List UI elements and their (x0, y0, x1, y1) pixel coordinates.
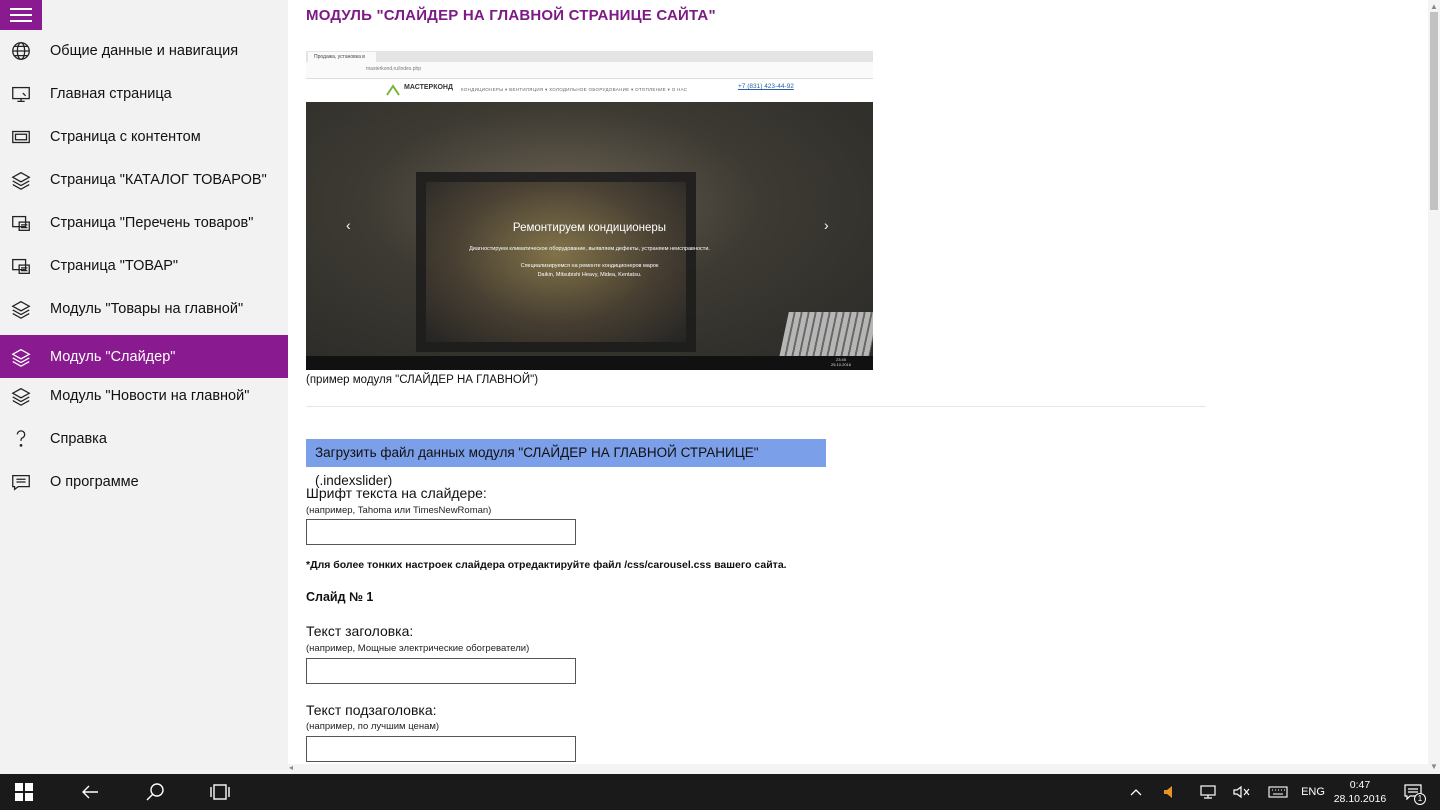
search-icon (146, 783, 164, 801)
preview-hero: ‹ › Ремонтируем кондиционеры Диагностиру… (306, 102, 873, 357)
start-button[interactable] (0, 774, 48, 810)
preview-clock: 23:45 25.10.2016 (831, 357, 851, 367)
windows-icon (15, 783, 33, 801)
divider (306, 406, 1206, 407)
main-content: МОДУЛЬ "СЛАЙДЕР НА ГЛАВНОЙ СТРАНИЦЕ САЙТ… (288, 0, 1428, 774)
preview-browser-tab: Продажа, установка в (308, 52, 376, 62)
title-field-hint: (например, Мощные электрические обогрева… (306, 643, 530, 654)
horizontal-scrollbar[interactable]: ◂ (288, 763, 1428, 774)
speaker-app-icon[interactable] (1158, 774, 1182, 810)
preview-ceiling-light (779, 312, 873, 357)
preview-address-bar: masterkond.ru/index.php (306, 62, 873, 79)
preview-logo-icon (386, 84, 400, 96)
sidebar-item-product[interactable]: Страница "ТОВАР" (0, 244, 288, 287)
sidebar-item-home[interactable]: Главная страница (0, 72, 288, 115)
taskbar: ENG 0:47 28.10.2016 1 (0, 774, 1440, 810)
keyboard-icon[interactable] (1264, 774, 1292, 810)
subtitle-input[interactable] (306, 736, 576, 762)
sidebar-item-slider[interactable]: Модуль "Слайдер" (0, 335, 288, 378)
sidebar-item-label: О программе (50, 473, 139, 490)
sidebar-item-label: Страница с контентом (50, 128, 201, 145)
list-page-icon (10, 212, 32, 234)
language-indicator[interactable]: ENG (1296, 774, 1330, 810)
sidebar-item-help[interactable]: Справка (0, 417, 288, 460)
slider-preview-image: Продажа, установка в masterkond.ru/index… (306, 51, 873, 370)
preview-slide-caption: Ремонтируем кондиционеры Диагностируем к… (306, 222, 873, 280)
preview-slide-text: Daikin, Mitsubishi Heavy, Midea, Kentats… (537, 272, 642, 278)
sidebar-item-label: Главная страница (50, 85, 172, 102)
sidebar-item-label: Модуль "Товары на главной" (50, 300, 244, 317)
hamburger-icon (10, 6, 32, 24)
clock-time: 0:47 (1349, 779, 1371, 791)
globe-icon (10, 40, 32, 62)
sidebar-item-label: Страница "Перечень товаров" (50, 214, 254, 231)
vertical-scrollbar[interactable]: ▲ ▼ (1428, 0, 1440, 774)
back-arrow-icon (82, 785, 98, 799)
product-page-icon (10, 255, 32, 277)
hamburger-menu-button[interactable] (0, 0, 42, 30)
scroll-left-icon[interactable]: ◂ (289, 763, 293, 772)
task-view-button[interactable] (196, 774, 244, 810)
title-input[interactable] (306, 658, 576, 684)
search-button[interactable] (131, 774, 179, 810)
back-button[interactable] (66, 774, 114, 810)
preview-site-menu: КОНДИЦИОНЕРЫ ▾ ВЕНТИЛЯЦИЯ ▾ ХОЛОДИЛЬНОЕ … (461, 87, 688, 92)
preview-site-header: МАСТЕРКОНД КОНДИЦИОНЕРЫ ▾ ВЕНТИЛЯЦИЯ ▾ Х… (306, 79, 873, 102)
preview-url: masterkond.ru/index.php (366, 66, 422, 72)
font-field-hint: (например, Tahoma или TimesNewRoman) (306, 505, 492, 516)
preview-slide-text: Диагностируем климатическое оборудование… (469, 246, 710, 252)
layers-icon (10, 298, 32, 320)
task-view-icon (210, 784, 230, 800)
scroll-up-icon[interactable]: ▲ (1430, 2, 1438, 11)
network-icon[interactable] (1196, 774, 1220, 810)
clock-date: 28.10.2016 (1333, 793, 1387, 805)
question-icon (10, 428, 32, 450)
preview-slide-text: Специализируемся на ремонте кондиционеро… (520, 263, 659, 269)
sidebar-item-catalog[interactable]: Страница "КАТАЛОГ ТОВАРОВ" (0, 158, 288, 201)
sidebar-item-label: Страница "КАТАЛОГ ТОВАРОВ" (50, 171, 267, 188)
sidebar-item-general[interactable]: Общие данные и навигация (0, 29, 288, 72)
page-title: МОДУЛЬ "СЛАЙДЕР НА ГЛАВНОЙ СТРАНИЦЕ САЙТ… (306, 7, 716, 24)
css-note: *Для более тонких настроек слайдера отре… (306, 559, 787, 571)
subtitle-field-label: Текст подзаголовка: (306, 702, 437, 718)
sidebar-item-about[interactable]: О программе (0, 460, 288, 503)
monitor-icon (10, 83, 32, 105)
sidebar-item-label: Модуль "Новости на главной" (50, 387, 250, 404)
sidebar-item-label: Общие данные и навигация (50, 42, 239, 59)
upload-data-file-button[interactable]: Загрузить файл данных модуля "СЛАЙДЕР НА… (306, 439, 826, 488)
taskbar-clock[interactable]: 0:47 28.10.2016 (1330, 778, 1390, 806)
sidebar-item-label: Модуль "Слайдер" (50, 348, 176, 365)
preview-slide-heading: Ремонтируем кондиционеры (512, 222, 667, 234)
layers-icon (10, 169, 32, 191)
action-center-button[interactable]: 1 (1398, 774, 1428, 810)
scrollbar-thumb[interactable] (1430, 12, 1438, 210)
slide-1-heading: Слайд № 1 (306, 590, 374, 604)
sidebar-item-product-list[interactable]: Страница "Перечень товаров" (0, 201, 288, 244)
layers-icon (10, 385, 32, 407)
title-field-label: Текст заголовка: (306, 623, 414, 639)
sidebar-item-label: Страница "ТОВАР" (50, 257, 179, 274)
sidebar-item-home-news[interactable]: Модуль "Новости на главной" (0, 374, 288, 417)
font-field-label: Шрифт текста на слайдере: (306, 485, 487, 501)
sidebar-item-home-products[interactable]: Модуль "Товары на главной" (0, 287, 288, 330)
preview-phone: +7 (831) 423-44-92 (738, 83, 794, 90)
message-icon (10, 471, 32, 493)
preview-logo-text: МАСТЕРКОНД (404, 84, 453, 91)
preview-taskbar: 23:45 25.10.2016 (306, 356, 873, 370)
preview-browser-tabbar: Продажа, установка в (306, 51, 873, 62)
page-icon (10, 126, 32, 148)
volume-muted-icon[interactable] (1230, 774, 1254, 810)
sidebar: Общие данные и навигация Главная страниц… (0, 0, 288, 774)
layers-icon (10, 346, 32, 368)
subtitle-field-hint: (например, по лучшим ценам) (306, 721, 440, 732)
preview-caption: (пример модуля "СЛАЙДЕР НА ГЛАВНОЙ") (306, 374, 539, 386)
sidebar-item-label: Справка (50, 430, 107, 447)
preview-clock-date: 25.10.2016 (830, 362, 851, 367)
scroll-down-icon[interactable]: ▼ (1430, 762, 1438, 771)
sidebar-item-content-page[interactable]: Страница с контентом (0, 115, 288, 158)
tray-expand-icon[interactable] (1124, 774, 1148, 810)
font-input[interactable] (306, 519, 576, 545)
notification-count-badge: 1 (1414, 793, 1426, 805)
